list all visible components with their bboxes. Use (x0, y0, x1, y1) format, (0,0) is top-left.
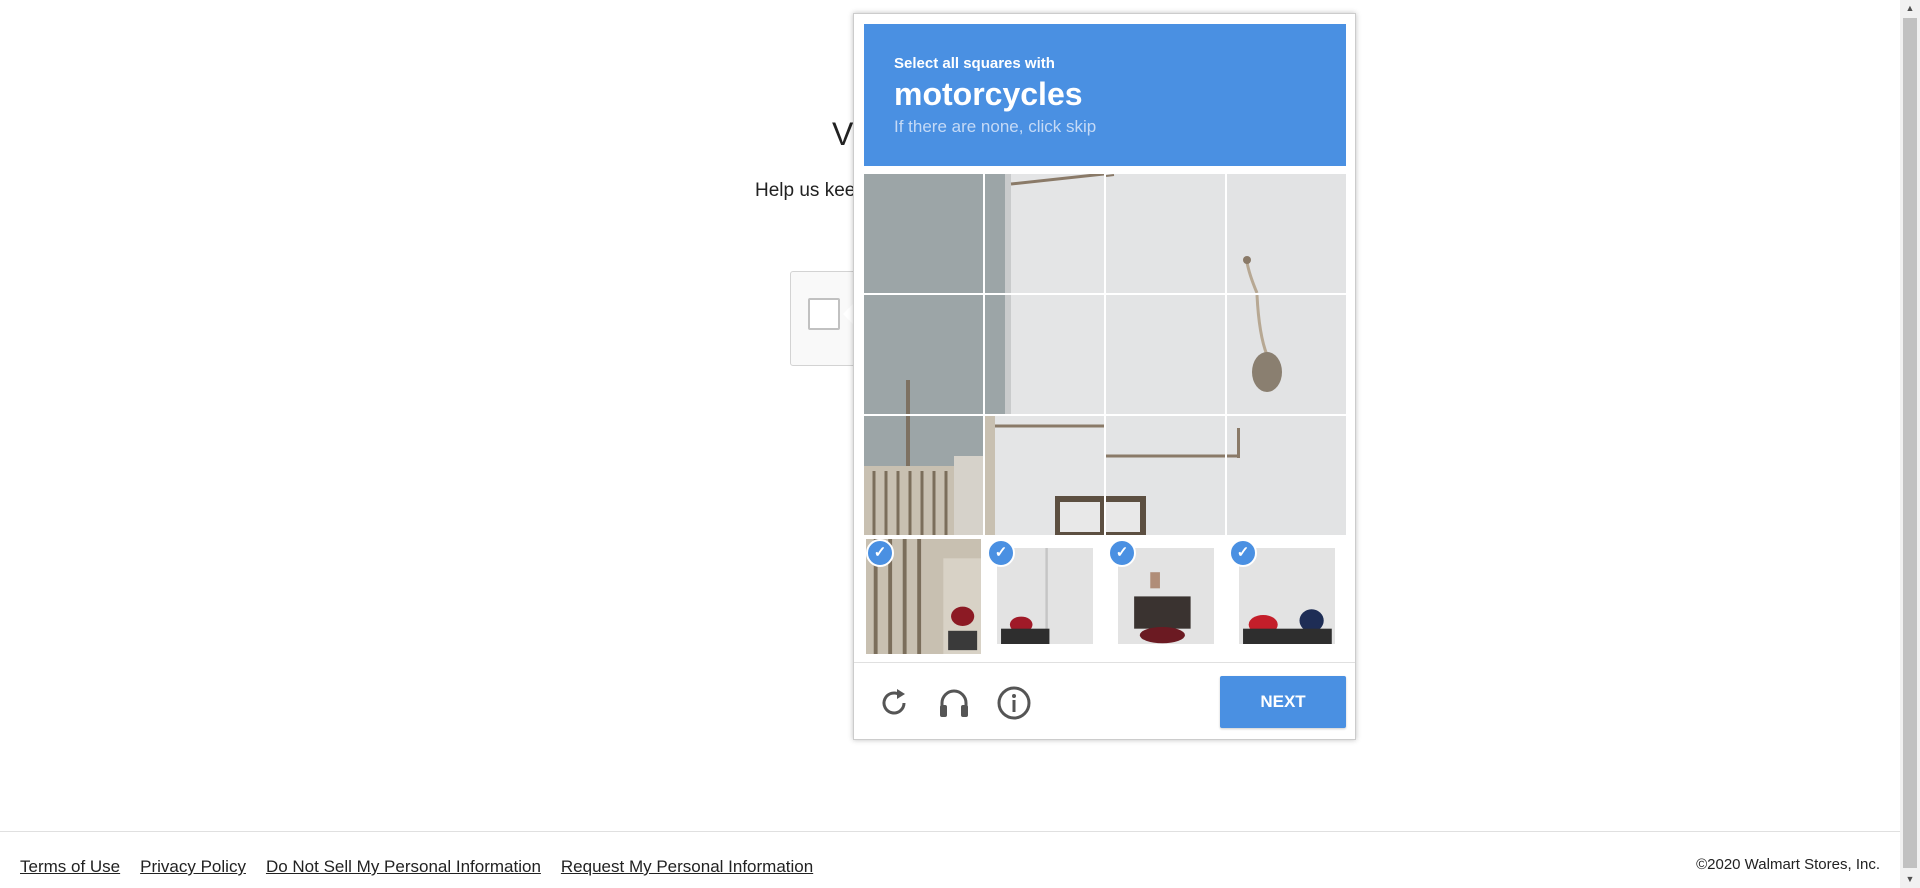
tile-image (1227, 295, 1346, 414)
do-not-sell-link[interactable]: Do Not Sell My Personal Information (266, 857, 541, 877)
grid-tile-15[interactable]: ✓ (1106, 537, 1225, 656)
grid-tile-3[interactable] (1106, 174, 1225, 293)
grid-tile-10[interactable] (985, 416, 1104, 535)
captcha-challenge: Select all squares with motorcycles If t… (853, 13, 1356, 740)
grid-tile-5[interactable] (864, 295, 983, 414)
grid-tile-16[interactable]: ✓ (1227, 537, 1346, 656)
scrollbar-thumb[interactable] (1903, 18, 1917, 868)
page-scrollbar[interactable]: ▲ ▼ (1900, 0, 1920, 888)
tile-image (985, 416, 1104, 535)
grid-tile-6[interactable] (985, 295, 1104, 414)
grid-tile-11[interactable] (1106, 416, 1225, 535)
grid-tile-14[interactable]: ✓ (985, 537, 1104, 656)
terms-of-use-link[interactable]: Terms of Use (20, 857, 120, 877)
tile-image (864, 416, 983, 535)
tile-image (864, 174, 983, 293)
page-footer: Terms of Use Privacy Policy Do Not Sell … (0, 831, 1900, 888)
grid-tile-9[interactable] (864, 416, 983, 535)
privacy-policy-link[interactable]: Privacy Policy (140, 857, 246, 877)
challenge-keyword: motorcycles (894, 76, 1083, 112)
audio-icon[interactable] (936, 685, 972, 721)
tile-image (1106, 295, 1225, 414)
grid-tile-13[interactable]: ✓ (864, 537, 983, 656)
tile-image (1106, 174, 1225, 293)
tile-image (1106, 416, 1225, 535)
tile-image (985, 295, 1104, 414)
challenge-controls: NEXT (854, 662, 1355, 740)
challenge-header: Select all squares with motorcycles If t… (864, 24, 1346, 166)
image-grid: ✓ ✓ ✓ ✓ (864, 174, 1348, 656)
scroll-down-icon[interactable]: ▼ (1900, 871, 1920, 888)
info-icon[interactable] (996, 685, 1032, 721)
checkmark-icon: ✓ (987, 539, 1015, 567)
request-info-link[interactable]: Request My Personal Information (561, 857, 813, 877)
footer-links: Terms of Use Privacy Policy Do Not Sell … (20, 857, 813, 877)
checkmark-icon: ✓ (866, 539, 894, 567)
grid-tile-2[interactable] (985, 174, 1104, 293)
copyright-text: ©2020 Walmart Stores, Inc. (1696, 856, 1880, 873)
next-button[interactable]: NEXT (1220, 676, 1346, 728)
scroll-up-icon[interactable]: ▲ (1900, 0, 1920, 17)
tile-image (985, 174, 1104, 293)
tile-image (1239, 548, 1335, 644)
challenge-hint: If there are none, click skip (894, 117, 1097, 136)
tile-image (1118, 548, 1214, 644)
grid-tile-7[interactable] (1106, 295, 1225, 414)
grid-tile-12[interactable] (1227, 416, 1346, 535)
tile-image (997, 548, 1093, 644)
checkmark-icon: ✓ (1229, 539, 1257, 567)
checkmark-icon: ✓ (1108, 539, 1136, 567)
grid-tile-4[interactable] (1227, 174, 1346, 293)
grid-tile-8[interactable] (1227, 295, 1346, 414)
challenge-instruction: Select all squares with (894, 55, 1055, 72)
page-subtitle: Help us kee (755, 180, 856, 201)
tile-image (1227, 174, 1346, 293)
grid-tile-1[interactable] (864, 174, 983, 293)
tile-image (1227, 416, 1346, 535)
tile-image (864, 295, 983, 414)
captcha-checkbox[interactable] (808, 298, 840, 330)
reload-icon[interactable] (876, 685, 912, 721)
